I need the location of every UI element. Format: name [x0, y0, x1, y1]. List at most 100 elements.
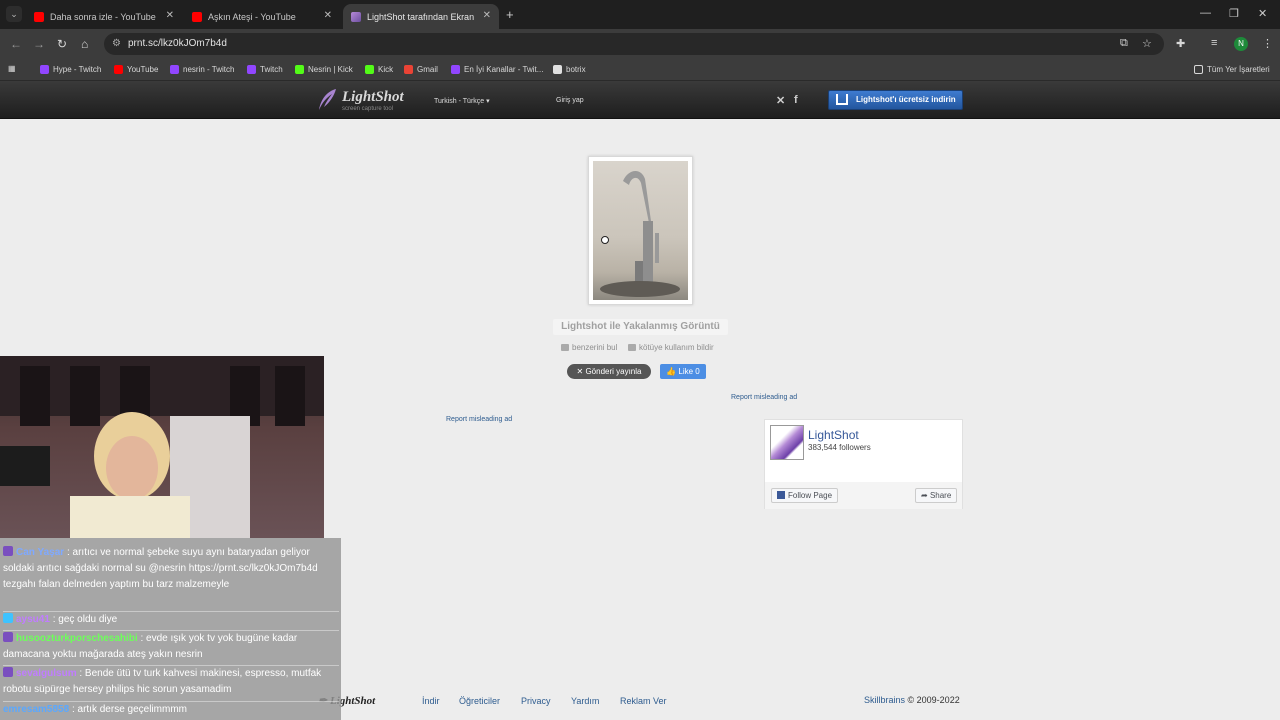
install-app-icon[interactable]: ⧉ [1120, 37, 1128, 50]
webcam-scene [0, 356, 324, 538]
fb-page-name[interactable]: LightShot [808, 428, 859, 442]
page-avatar[interactable] [770, 425, 804, 460]
tab-search-icon[interactable]: ⌄ [6, 6, 22, 22]
tab-label: Aşkın Ateşi - YouTube [208, 11, 296, 22]
bookmark-botrix[interactable]: botrix [553, 65, 586, 74]
facebook-icon[interactable]: f [794, 94, 798, 106]
badge-icon [3, 632, 13, 642]
fb-followers: 383,544 followers [808, 443, 871, 452]
bookmark-gmail[interactable]: Gmail [404, 65, 438, 74]
zoom-cursor-icon [601, 236, 609, 244]
report-abuse-link[interactable]: kötüye kullanım bildir [628, 343, 714, 352]
close-tab-icon[interactable]: ✕ [324, 10, 332, 21]
profile-avatar[interactable]: N [1234, 37, 1248, 51]
chat-user: Can Yaşar [16, 547, 65, 558]
report-ad-link-left[interactable]: Report misleading ad [446, 416, 512, 423]
maximize-icon[interactable]: ❐ [1229, 7, 1239, 20]
chat-user: husoozturkporschesahibi [16, 633, 138, 644]
kick-icon [365, 65, 374, 74]
tab-watch-later[interactable]: Daha sonra izle - YouTube ✕ [26, 4, 182, 29]
bookmark-en-iyi-kanallar[interactable]: En İyi Kanallar - Twit... [451, 65, 543, 74]
language-label: Turkish - Türkçe [434, 98, 485, 105]
forward-icon[interactable]: → [33, 37, 45, 51]
chat-message: sevalgulsum : Bende ütü tv turk kahvesi … [3, 665, 339, 698]
home-icon[interactable]: ⌂ [81, 37, 88, 51]
address-bar[interactable]: ⚙ prnt.sc/lkz0kJOm7b4d [104, 33, 1164, 55]
screenshot-thumbnail[interactable] [588, 156, 693, 305]
apps-icon[interactable]: ▦ [8, 64, 16, 73]
chat-text: : geç oldu diye [52, 614, 118, 625]
bookmark-label: Gmail [417, 65, 438, 74]
chat-message: Can Yaşar : arıtıcı ve normal şebeke suy… [3, 545, 339, 593]
kick-icon [295, 65, 304, 74]
all-bookmarks-folder[interactable]: Tüm Yer İşaretleri [1194, 65, 1270, 74]
footer-link-advertise[interactable]: Reklam Ver [620, 696, 667, 706]
bookmark-star-icon[interactable]: ☆ [1142, 37, 1152, 50]
screenshot-image[interactable] [593, 161, 688, 300]
tweet-label: Gönderi yayınla [585, 367, 642, 376]
image-title: Lightshot ile Yakalanmış Görüntü [553, 319, 728, 335]
find-similar-link[interactable]: benzerini bul [561, 343, 617, 352]
bookmark-youtube[interactable]: YouTube [114, 65, 158, 74]
menu-icon[interactable]: ⋮ [1262, 37, 1273, 50]
footer-link-privacy[interactable]: Privacy [521, 696, 551, 706]
bookmark-nesrin-kick[interactable]: Nesrin | Kick [295, 65, 353, 74]
site-info-icon[interactable]: ⚙ [112, 33, 121, 55]
media-icon[interactable]: ≡ [1211, 37, 1217, 49]
folder-icon [1194, 65, 1203, 74]
twitch-icon [170, 65, 179, 74]
extensions-icon[interactable]: ✚ [1176, 37, 1185, 50]
tab-label: LightShot tarafından Ekran Görüntüsü [367, 11, 477, 22]
download-button[interactable]: Lightshot'ı ücretsiz indirin [828, 90, 963, 110]
close-tab-icon[interactable]: ✕ [483, 10, 491, 21]
twitter-icon[interactable]: ✕ [776, 94, 785, 107]
close-tab-icon[interactable]: ✕ [166, 10, 174, 21]
report-ad-link-right[interactable]: Report misleading ad [731, 394, 797, 401]
chat-text: : artık derse geçelimmmm [71, 704, 187, 715]
bookmark-twitch[interactable]: Twitch [247, 65, 283, 74]
tab-lightshot[interactable]: LightShot tarafından Ekran Görüntüsü ✕ [343, 4, 499, 29]
tab-askin-atesi[interactable]: Aşkın Ateşi - YouTube ✕ [184, 4, 340, 29]
bookmark-label: Hype - Twitch [53, 65, 102, 74]
find-similar-label: benzerini bul [572, 343, 618, 352]
youtube-icon [114, 65, 123, 74]
tweet-button[interactable]: ✕ Gönderi yayınla [567, 364, 651, 379]
twitch-icon [247, 65, 256, 74]
thumbs-up-icon: 👍 [666, 367, 679, 376]
logo-name: LightShot [342, 89, 404, 105]
botrix-icon [553, 65, 562, 74]
feather-icon [319, 89, 336, 110]
bookmark-hype-twitch[interactable]: Hype - Twitch [40, 65, 101, 74]
login-link[interactable]: Giriş yap [556, 97, 584, 104]
reload-icon[interactable]: ↻ [57, 37, 67, 51]
follow-page-button[interactable]: Follow Page [771, 488, 839, 503]
skillbrains-link[interactable]: Skillbrains [864, 695, 905, 705]
chat-message: aysu41 : geç oldu diye [3, 611, 339, 628]
logo-subtitle: screen capture tool [342, 106, 394, 112]
gmail-icon [404, 65, 413, 74]
badge-icon [3, 667, 13, 677]
badge-icon [3, 546, 13, 556]
lightshot-header [0, 81, 1280, 119]
footer-link-help[interactable]: Yardım [571, 696, 599, 706]
like-button[interactable]: 👍 Like 0 [660, 364, 706, 379]
chevron-down-icon: ▾ [486, 98, 490, 105]
footer-link-tutorials[interactable]: Öğreticiler [459, 696, 500, 706]
bookmark-nesrin-twitch[interactable]: nesrin - Twitch [170, 65, 234, 74]
language-selector[interactable]: Turkish - Türkçe ▾ [434, 97, 490, 105]
close-window-icon[interactable]: ✕ [1258, 7, 1267, 20]
minimize-icon[interactable]: — [1200, 7, 1211, 19]
share-button[interactable]: ➦ Share [915, 488, 958, 503]
bookmark-label: En İyi Kanallar - Twit... [464, 65, 544, 74]
camera-icon [561, 344, 569, 351]
chat-user: emresam5858 [3, 704, 70, 715]
bookmark-kick[interactable]: Kick [365, 65, 393, 74]
tab-label: Daha sonra izle - YouTube [50, 11, 156, 22]
footer-copyright: Skillbrains © 2009-2022 [864, 695, 960, 705]
footer-link-indir[interactable]: İndir [422, 696, 440, 706]
download-icon [836, 94, 848, 105]
facebook-page-widget: LightShot 383,544 followers Follow Page … [764, 419, 963, 509]
back-icon[interactable]: ← [10, 37, 22, 51]
new-tab-button[interactable]: + [506, 7, 514, 22]
fb-action-bar: Follow Page ➦ Share [765, 482, 962, 509]
